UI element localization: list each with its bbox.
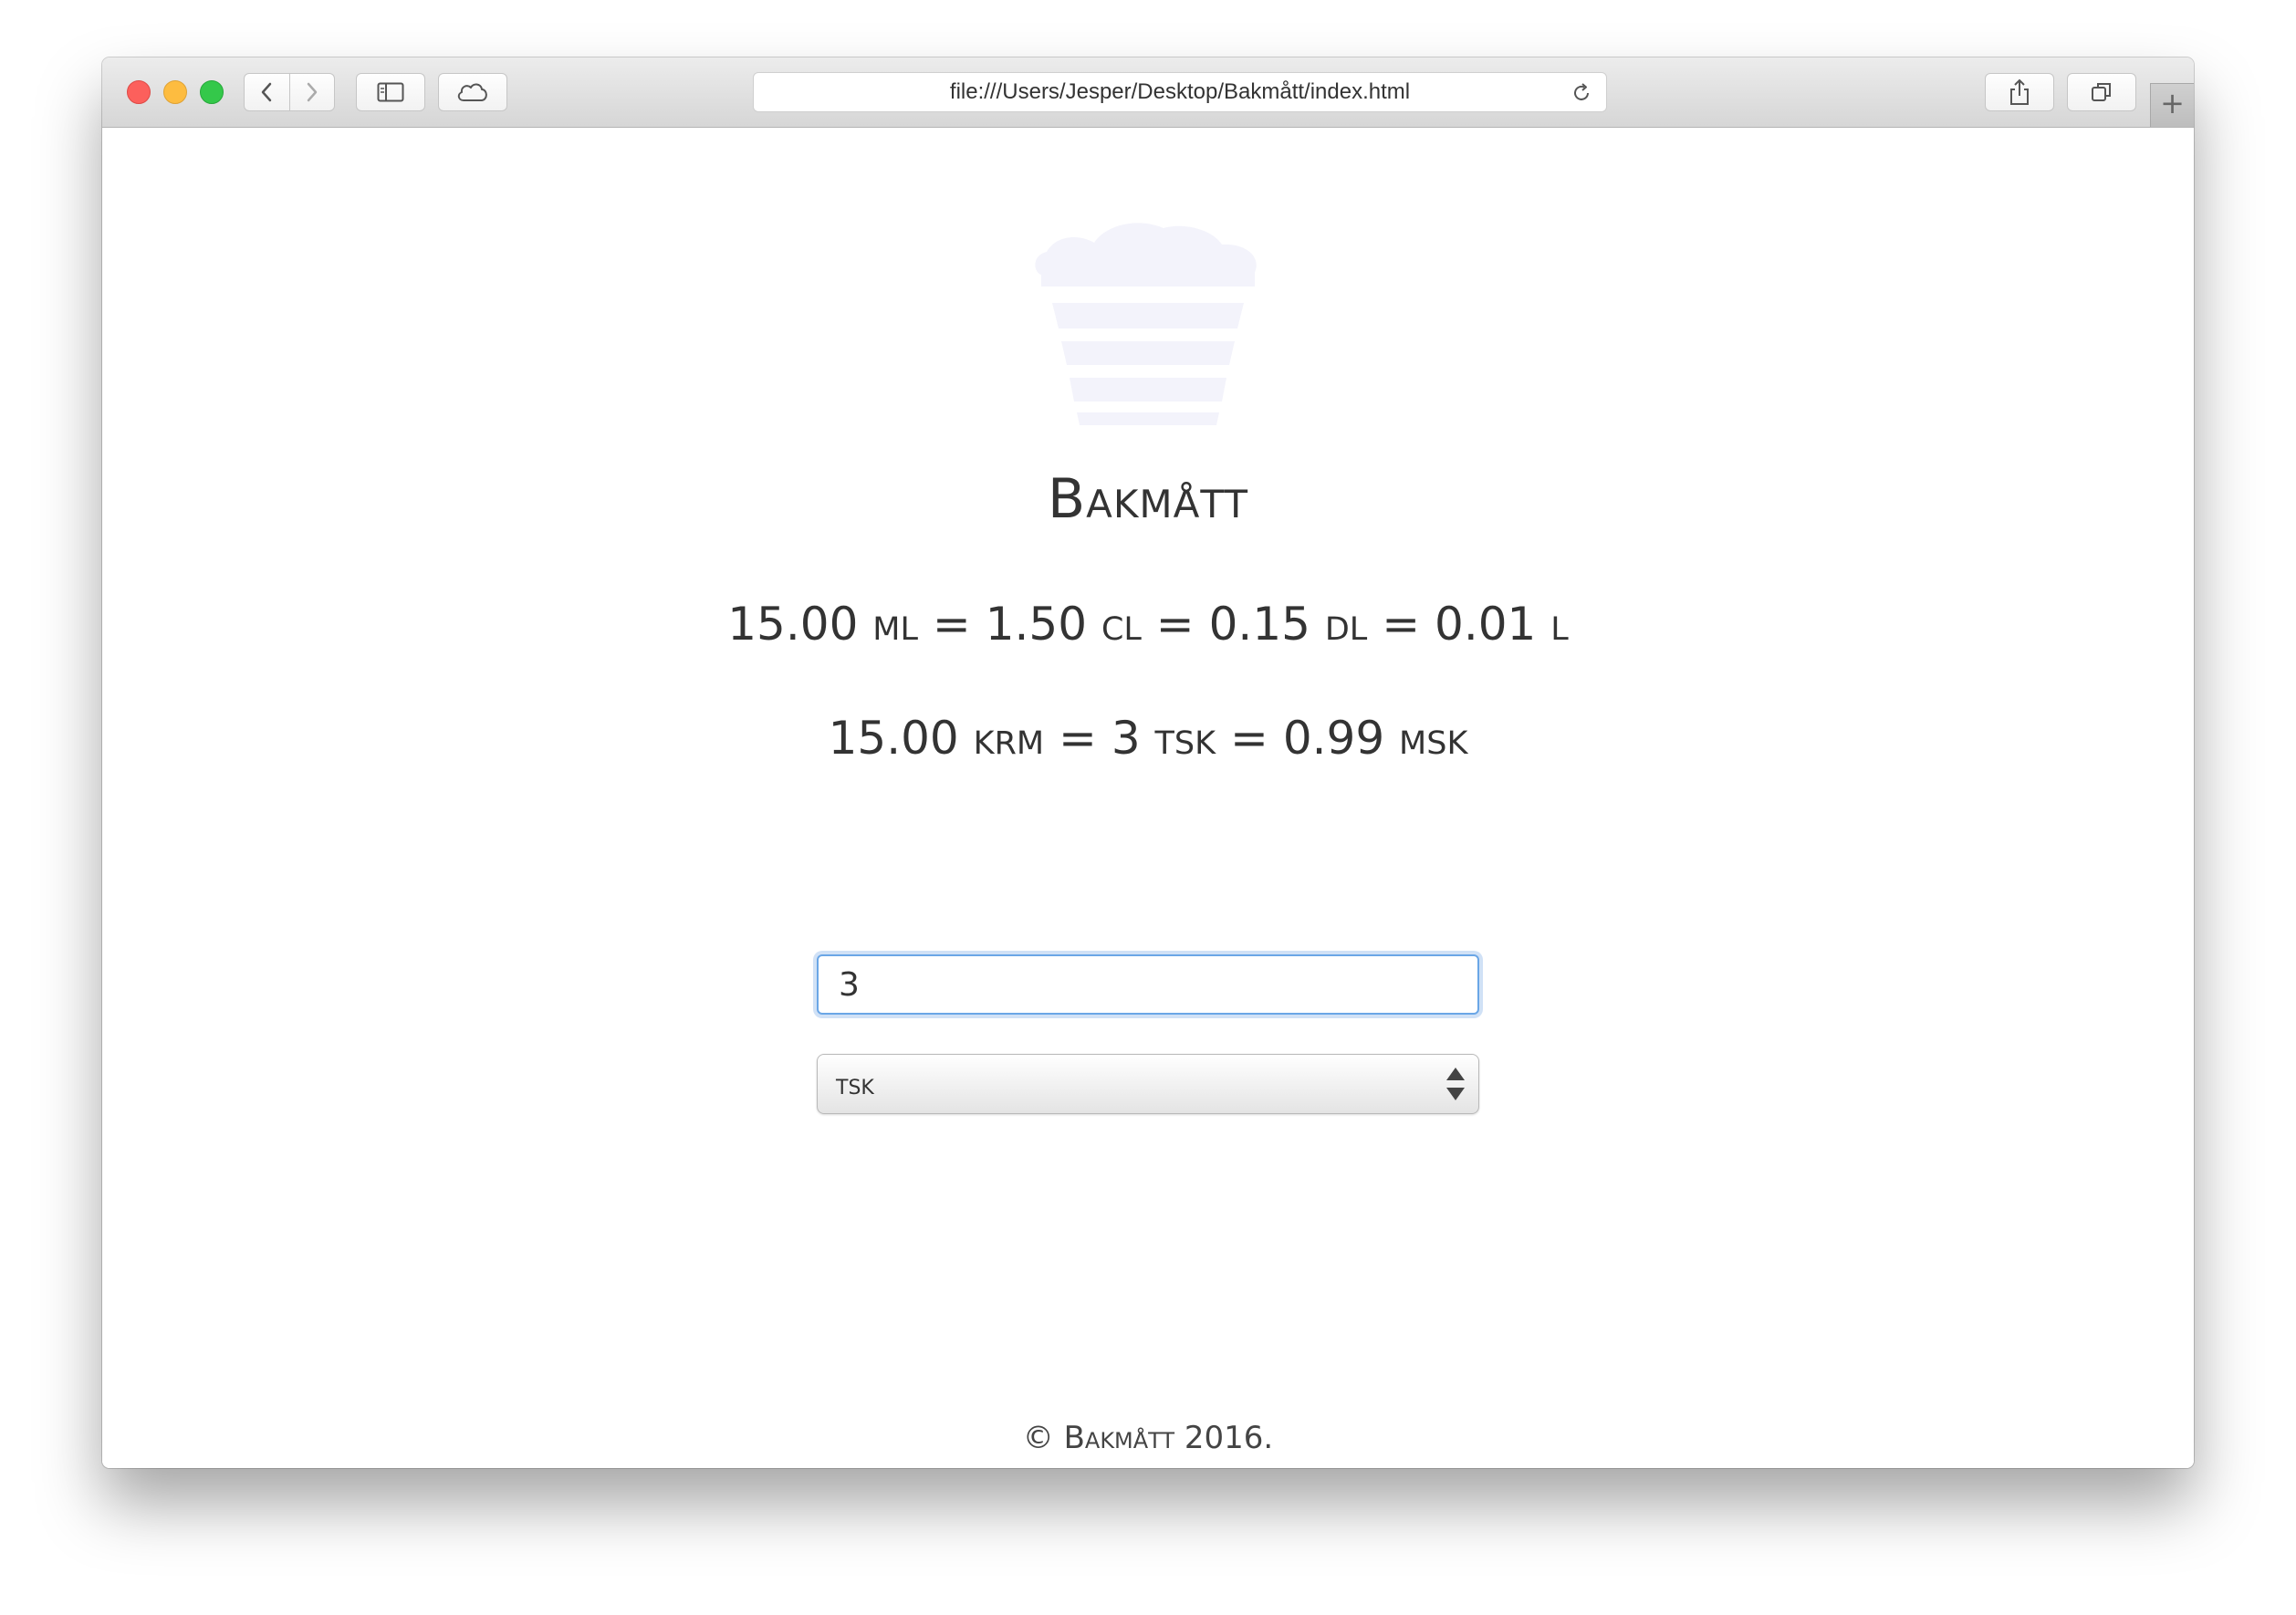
footer-copyright: © Bakmått 2016. [1022, 1420, 1274, 1456]
cupcake-icon [1028, 219, 1268, 432]
tsk-unit: tsk [1154, 712, 1216, 765]
krm-unit: krm [973, 712, 1045, 765]
address-url: file:///Users/Jesper/Desktop/Bakmått/ind… [949, 79, 1411, 104]
browser-toolbar: file:///Users/Jesper/Desktop/Bakmått/ind… [102, 57, 2194, 128]
page-content: Bakmått 15.00 ml = 1.50 cl = 0.15 dl = 0… [102, 128, 2194, 1468]
cl-value: 1.50 [985, 598, 1088, 651]
ml-value: 15.00 [727, 598, 859, 651]
address-bar[interactable]: file:///Users/Jesper/Desktop/Bakmått/ind… [753, 72, 1607, 112]
cl-unit: cl [1101, 598, 1142, 651]
browser-window: file:///Users/Jesper/Desktop/Bakmått/ind… [102, 57, 2194, 1468]
zoom-window-button[interactable] [200, 80, 224, 104]
l-value: 0.01 [1435, 598, 1537, 651]
select-stepper-icon [1444, 1064, 1467, 1111]
equals-sign: = [1059, 712, 1097, 765]
chevron-right-icon [307, 82, 317, 102]
reload-icon[interactable] [1570, 81, 1593, 111]
equals-sign: = [1230, 712, 1268, 765]
msk-unit: msk [1399, 712, 1468, 765]
ml-unit: ml [872, 598, 918, 651]
krm-value: 15.00 [828, 712, 959, 765]
l-unit: l [1550, 598, 1569, 651]
dl-unit: dl [1324, 598, 1368, 651]
unit-select[interactable]: tsk [817, 1054, 1479, 1114]
chevron-left-icon [262, 82, 272, 102]
back-button[interactable] [245, 74, 289, 110]
unit-select-value: tsk [836, 1067, 874, 1101]
dl-value: 0.15 [1208, 598, 1310, 651]
tsk-value: 3 [1111, 712, 1141, 765]
desktop-background: file:///Users/Jesper/Desktop/Bakmått/ind… [0, 0, 2296, 1615]
navigation-buttons [244, 73, 335, 111]
amount-input[interactable] [817, 954, 1479, 1015]
close-window-button[interactable] [127, 80, 151, 104]
msk-value: 0.99 [1282, 712, 1385, 765]
show-all-tabs-button[interactable] [2067, 73, 2136, 111]
equals-sign: = [932, 598, 971, 651]
cloud-icon [457, 83, 487, 101]
forward-button[interactable] [288, 74, 335, 110]
sidebar-button[interactable] [356, 73, 425, 111]
tabs-overview-icon [2092, 83, 2111, 101]
spoon-conversion-line: 15.00 krm = 3 tsk = 0.99 msk [102, 712, 2194, 765]
equals-sign: = [1155, 598, 1195, 651]
sidebar-icon [377, 82, 404, 102]
page-title: Bakmått [1048, 467, 1248, 531]
minimize-window-button[interactable] [163, 80, 187, 104]
new-tab-button[interactable]: + [2150, 83, 2194, 127]
share-icon [2010, 78, 2029, 105]
equals-sign: = [1382, 598, 1421, 651]
share-button[interactable] [1985, 73, 2054, 111]
icloud-tabs-button[interactable] [438, 73, 507, 111]
metric-conversion-line: 15.00 ml = 1.50 cl = 0.15 dl = 0.01 l [102, 598, 2194, 651]
